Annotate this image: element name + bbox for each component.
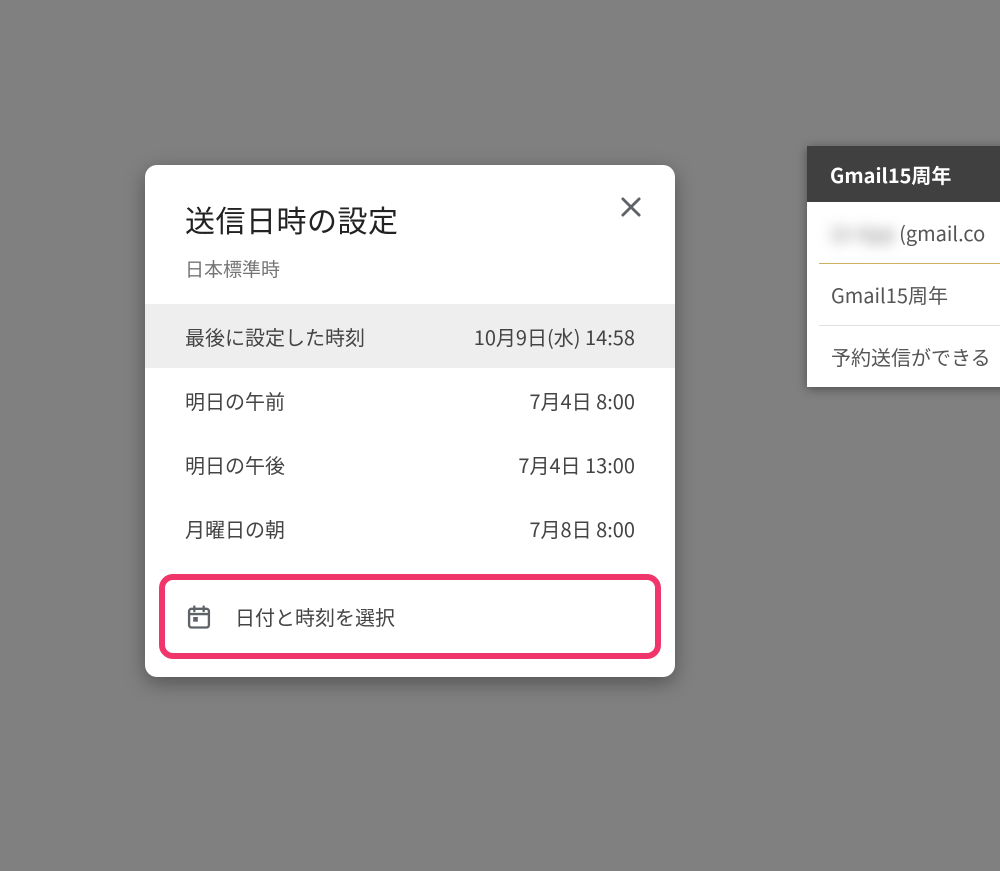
compose-body: Ur App (gmail.co Gmail15周年 予約送信ができる [807,202,1000,387]
option-time: 7月4日 13:00 [518,450,635,479]
option-label: 明日の午前 [185,386,285,415]
dialog-timezone: 日本標準時 [185,255,635,282]
compose-body-preview: 予約送信ができる [831,342,991,371]
pick-date-time-button[interactable]: 日付と時刻を選択 [169,584,651,649]
compose-recipient-suffix: (gmail.co [895,218,986,247]
compose-recipient-blurred: Ur App [831,218,895,247]
compose-window: Gmail15周年 Ur App (gmail.co Gmail15周年 予約送… [807,146,1000,387]
option-monday-morning[interactable]: 月曜日の朝 7月8日 8:00 [145,496,675,560]
option-last-used[interactable]: 最後に設定した時刻 10月9日(水) 14:58 [145,304,675,368]
compose-subject: Gmail15周年 [831,280,948,309]
option-label: 最後に設定した時刻 [185,322,365,351]
option-time: 7月4日 8:00 [529,386,635,415]
close-icon [617,193,645,221]
schedule-options: 最後に設定した時刻 10月9日(水) 14:58 明日の午前 7月4日 8:00… [145,304,675,560]
option-tomorrow-afternoon[interactable]: 明日の午後 7月4日 13:00 [145,432,675,496]
compose-title: Gmail15周年 [830,160,951,189]
option-time: 10月9日(水) 14:58 [474,322,635,351]
compose-title-bar[interactable]: Gmail15周年 [807,146,1000,202]
schedule-send-dialog: 送信日時の設定 日本標準時 最後に設定した時刻 10月9日(水) 14:58 明… [145,165,675,677]
option-time: 7月8日 8:00 [529,514,635,543]
dialog-title: 送信日時の設定 [185,197,635,241]
close-button[interactable] [617,193,645,221]
compose-body-preview-row[interactable]: 予約送信ができる [819,326,1000,387]
option-label: 月曜日の朝 [185,514,285,543]
dialog-header: 送信日時の設定 日本標準時 [145,165,675,304]
annotation-highlight: 日付と時刻を選択 [159,574,661,659]
compose-subject-row[interactable]: Gmail15周年 [819,264,1000,326]
compose-recipient-row[interactable]: Ur App (gmail.co [819,202,1000,264]
pick-date-time-label: 日付と時刻を選択 [235,602,395,631]
option-label: 明日の午後 [185,450,285,479]
option-tomorrow-morning[interactable]: 明日の午前 7月4日 8:00 [145,368,675,432]
calendar-icon [185,603,213,631]
